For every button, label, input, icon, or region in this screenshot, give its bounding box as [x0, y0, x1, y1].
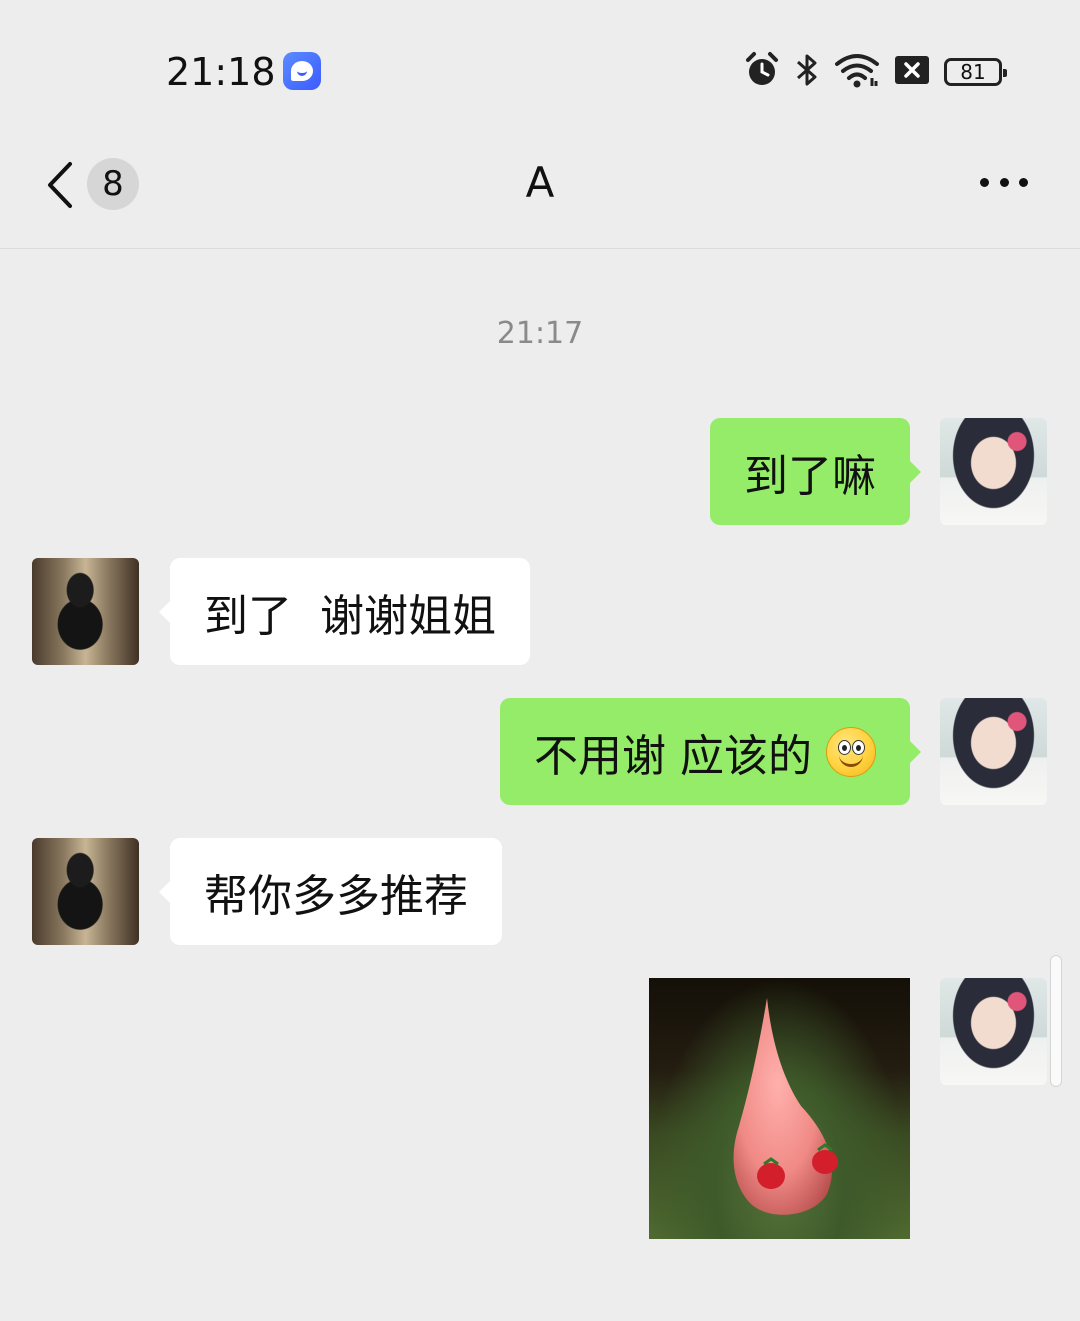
chat-bot-icon [283, 52, 321, 90]
message-bubble-incoming[interactable]: 帮你多多推荐 [159, 838, 502, 945]
avatar-me[interactable] [940, 978, 1047, 1085]
more-dots-icon[interactable] [980, 178, 1028, 190]
status-time: 21:18 [166, 50, 276, 94]
battery-icon: 81 [944, 58, 1007, 86]
message-bubble-outgoing[interactable]: 不用谢 应该的 [500, 698, 921, 805]
alarm-icon [744, 51, 780, 93]
message-timestamp: 21:17 [496, 316, 584, 351]
avatar-contact[interactable] [32, 838, 139, 945]
avatar-contact[interactable] [32, 558, 139, 665]
message-bubble-incoming[interactable]: 到了 谢谢姐姐 [159, 558, 530, 665]
message-text: 不用谢 应该的 [534, 730, 812, 782]
battery-level: 81 [960, 60, 986, 84]
bluetooth-icon [794, 51, 820, 93]
message-text: 到了嘛 [744, 450, 876, 502]
chat-title: A [525, 158, 555, 207]
chat-header: 8 A [0, 140, 1080, 249]
status-bar: 21:18 81 [0, 0, 1080, 140]
sim-off-icon [894, 55, 930, 89]
message-text: 到了 谢谢姐姐 [204, 590, 496, 642]
wifi-icon [834, 52, 880, 92]
status-icons: 81 [744, 51, 1007, 93]
scrollbar[interactable] [1050, 955, 1062, 1087]
avatar-me[interactable] [940, 698, 1047, 805]
smile-emoji-icon [826, 726, 876, 777]
message-text: 帮你多多推荐 [204, 870, 468, 922]
sticker-image[interactable] [649, 978, 910, 1239]
avatar-me[interactable] [940, 418, 1047, 525]
message-bubble-outgoing[interactable]: 到了嘛 [710, 418, 921, 525]
patrick-star-sticker-icon [733, 998, 838, 1215]
